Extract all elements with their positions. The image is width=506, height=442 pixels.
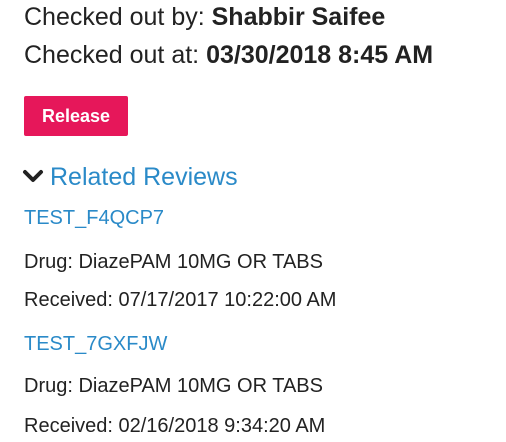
review-link-2[interactable]: TEST_7GXFJW	[24, 331, 167, 357]
chevron-down-icon	[23, 170, 43, 182]
checked-out-at-label: Checked out at:	[24, 41, 200, 69]
checked-out-by-value: Shabbir Saifee	[211, 3, 386, 31]
review-2-drug: Drug: DiazePAM 10MG OR TABS	[24, 375, 323, 397]
checked-out-at-line: Checked out at: 03/30/2018 8:45 AM	[24, 40, 433, 70]
review-link-1[interactable]: TEST_F4QCP7	[24, 205, 164, 231]
checked-out-at-value: 03/30/2018 8:45 AM	[206, 41, 434, 69]
review-1-received: Received: 07/17/2017 10:22:00 AM	[24, 289, 337, 311]
related-reviews-title: Related Reviews	[50, 163, 238, 191]
review-2-received: Received: 02/16/2018 9:34:20 AM	[24, 415, 326, 437]
checked-out-by-label: Checked out by:	[24, 3, 205, 31]
release-button[interactable]: Release	[24, 96, 128, 136]
review-1-drug: Drug: DiazePAM 10MG OR TABS	[24, 251, 323, 273]
related-reviews-toggle[interactable]: Related Reviews	[22, 161, 238, 193]
checked-out-by-line: Checked out by: Shabbir Saifee	[24, 2, 385, 32]
